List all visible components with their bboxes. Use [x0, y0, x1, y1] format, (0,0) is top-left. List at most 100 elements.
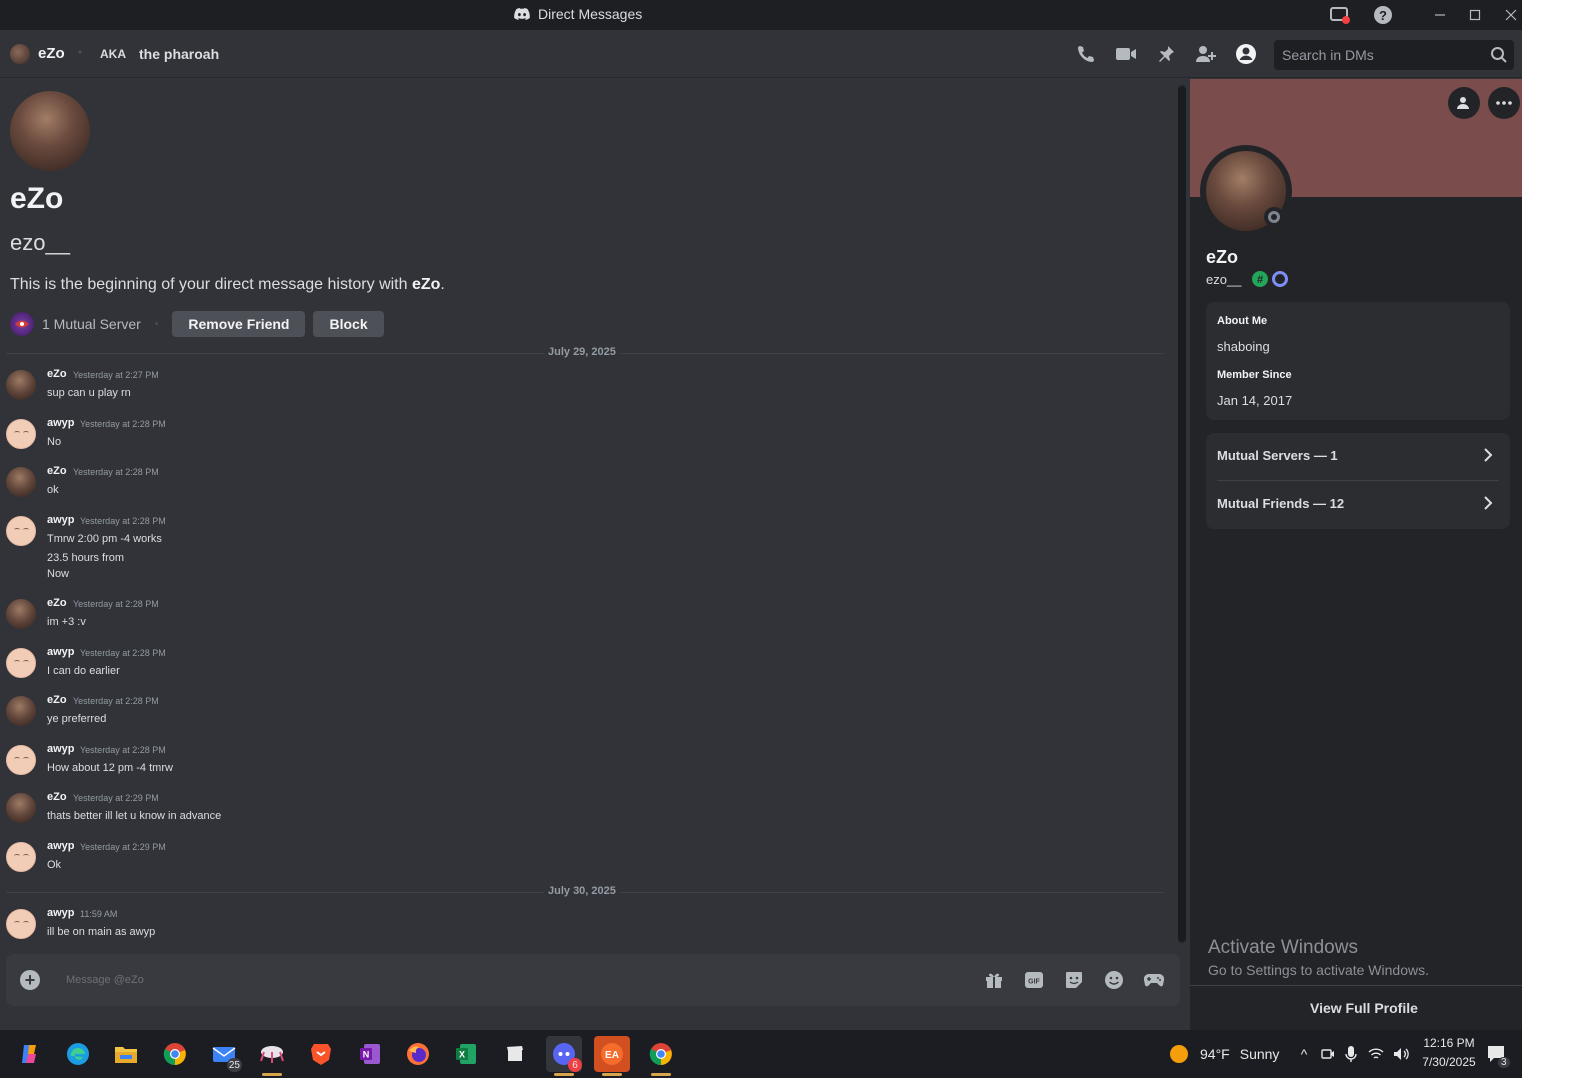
mutual-servers-label: Mutual Servers — 1 — [1217, 448, 1338, 463]
message-author[interactable]: awyp — [47, 646, 75, 658]
chat-scrollbar-thumb[interactable] — [1178, 86, 1186, 942]
emoji-icon[interactable] — [1102, 968, 1126, 992]
remove-friend-button[interactable]: Remove Friend — [172, 311, 306, 337]
search-input[interactable] — [1282, 46, 1482, 64]
message-author[interactable]: eZo — [47, 694, 67, 706]
microphone-icon[interactable] — [1344, 1045, 1358, 1063]
message-avatar[interactable] — [6, 516, 36, 546]
message-avatar[interactable] — [6, 842, 36, 872]
show-hidden-icons-icon[interactable]: ^ — [1294, 1046, 1314, 1062]
message-author[interactable]: eZo — [47, 791, 67, 803]
user-profile-toggle-icon[interactable] — [1234, 42, 1258, 66]
message-avatar[interactable] — [6, 467, 36, 497]
chat-scrollbar[interactable] — [1178, 84, 1186, 944]
block-button[interactable]: Block — [313, 311, 384, 337]
message-text: thats better ill let u know in advance — [47, 810, 222, 822]
message-author[interactable]: eZo — [47, 368, 67, 380]
message-avatar[interactable] — [6, 793, 36, 823]
intro-avatar[interactable] — [10, 91, 90, 171]
search-icon[interactable] — [1490, 46, 1508, 64]
minimize-icon[interactable] — [1428, 4, 1452, 26]
profile-footer: View Full Profile — [1190, 985, 1522, 1030]
gif-icon[interactable]: GIF — [1022, 968, 1046, 992]
message-author[interactable]: eZo — [47, 597, 67, 609]
mutual-server-count[interactable]: 1 Mutual Server — [42, 316, 141, 332]
chat-area: eZo ezo__ This is the beginning of your … — [0, 79, 1180, 949]
message-author[interactable]: awyp — [47, 840, 75, 852]
meet-now-icon[interactable] — [1320, 1046, 1336, 1062]
clock[interactable]: 12:16 PM 7/30/2025 — [1410, 1034, 1488, 1072]
volume-icon[interactable] — [1392, 1046, 1410, 1062]
message-timestamp: Yesterday at 2:28 PM — [73, 599, 159, 609]
maximize-icon[interactable] — [1463, 4, 1487, 26]
more-options-icon[interactable] — [1488, 87, 1520, 119]
pinned-messages-icon[interactable] — [1154, 42, 1178, 66]
video-call-icon[interactable] — [1114, 42, 1138, 66]
intro-description: This is the beginning of your direct mes… — [10, 276, 445, 294]
excel-app-icon[interactable]: X — [448, 1036, 484, 1072]
window-title-text: Direct Messages — [538, 6, 643, 22]
about-me-label: About Me — [1217, 315, 1268, 327]
gift-icon[interactable] — [982, 968, 1006, 992]
mutuals-card: Mutual Servers — 1 Mutual Friends — 12 — [1206, 433, 1510, 529]
message-avatar[interactable] — [6, 909, 36, 939]
message-author[interactable]: eZo — [47, 465, 67, 477]
clapper-app-icon[interactable] — [497, 1036, 533, 1072]
header-name[interactable]: eZo — [38, 45, 65, 62]
nitro-badge-icon[interactable] — [1272, 271, 1288, 287]
message-avatar[interactable] — [6, 419, 36, 449]
upload-plus-icon[interactable]: + — [20, 970, 40, 990]
intro-text-prefix: This is the beginning of your direct mes… — [10, 276, 412, 293]
header-avatar[interactable] — [10, 44, 30, 64]
message-timestamp: Yesterday at 2:29 PM — [73, 793, 159, 803]
discord-app-icon[interactable]: 6 — [546, 1036, 582, 1076]
message-input[interactable] — [66, 971, 766, 989]
close-icon[interactable] — [1499, 4, 1522, 26]
add-friend-icon[interactable] — [1448, 87, 1480, 119]
message-author[interactable]: awyp — [47, 514, 75, 526]
message-composer: + GIF — [6, 954, 1180, 1006]
message-author[interactable]: awyp — [47, 417, 75, 429]
brave-app-icon[interactable] — [303, 1036, 339, 1072]
mutual-server-icon[interactable] — [10, 312, 34, 336]
steam-game-app-icon[interactable] — [254, 1036, 290, 1076]
chrome-profile-app-icon[interactable] — [643, 1036, 679, 1076]
message-timestamp: Yesterday at 2:28 PM — [73, 696, 159, 706]
view-full-profile-button[interactable]: View Full Profile — [1310, 1000, 1418, 1016]
firefox-app-icon[interactable] — [400, 1036, 436, 1072]
add-friends-to-dm-icon[interactable] — [1194, 42, 1218, 66]
mutual-friends-row[interactable]: Mutual Friends — 12 — [1206, 481, 1510, 527]
hashtag-badge-icon[interactable]: # — [1252, 271, 1268, 287]
profile-username[interactable]: ezo__ — [1206, 272, 1241, 287]
svg-text:EA: EA — [605, 1050, 619, 1061]
copilot-app-icon[interactable] — [12, 1036, 48, 1072]
chrome-app-icon[interactable] — [157, 1036, 193, 1072]
message-timestamp: Yesterday at 2:27 PM — [73, 370, 159, 380]
activities-gamepad-icon[interactable] — [1142, 968, 1166, 992]
mutual-servers-row[interactable]: Mutual Servers — 1 — [1206, 433, 1510, 479]
file-explorer-app-icon[interactable] — [108, 1036, 144, 1072]
sticker-icon[interactable] — [1062, 968, 1086, 992]
message-author[interactable]: awyp — [47, 743, 75, 755]
voice-call-icon[interactable] — [1074, 42, 1098, 66]
message-text: Now — [47, 568, 70, 580]
wifi-icon[interactable] — [1368, 1047, 1384, 1061]
date-divider: July 30, 2025 — [6, 885, 1164, 897]
ea-app-icon[interactable]: EA — [594, 1036, 630, 1076]
edge-app-icon[interactable] — [60, 1036, 96, 1072]
notification-center-icon[interactable]: 3 — [1486, 1030, 1510, 1078]
message-avatar[interactable] — [6, 648, 36, 678]
svg-text:X: X — [459, 1050, 465, 1060]
inbox-alert-icon[interactable] — [1328, 4, 1352, 26]
message-avatar[interactable] — [6, 745, 36, 775]
weather-widget[interactable]: 94°F Sunny — [1168, 1030, 1279, 1078]
mail-app-icon[interactable]: 25 — [206, 1036, 242, 1072]
message-avatar[interactable] — [6, 370, 36, 400]
message-author[interactable]: awyp — [47, 907, 75, 919]
onenote-app-icon[interactable]: N — [352, 1036, 388, 1072]
message-text: sup can u play rn — [47, 387, 131, 399]
message-avatar[interactable] — [6, 599, 36, 629]
help-icon[interactable]: ? — [1371, 4, 1395, 26]
message-avatar[interactable] — [6, 696, 36, 726]
search-box[interactable] — [1274, 40, 1514, 70]
